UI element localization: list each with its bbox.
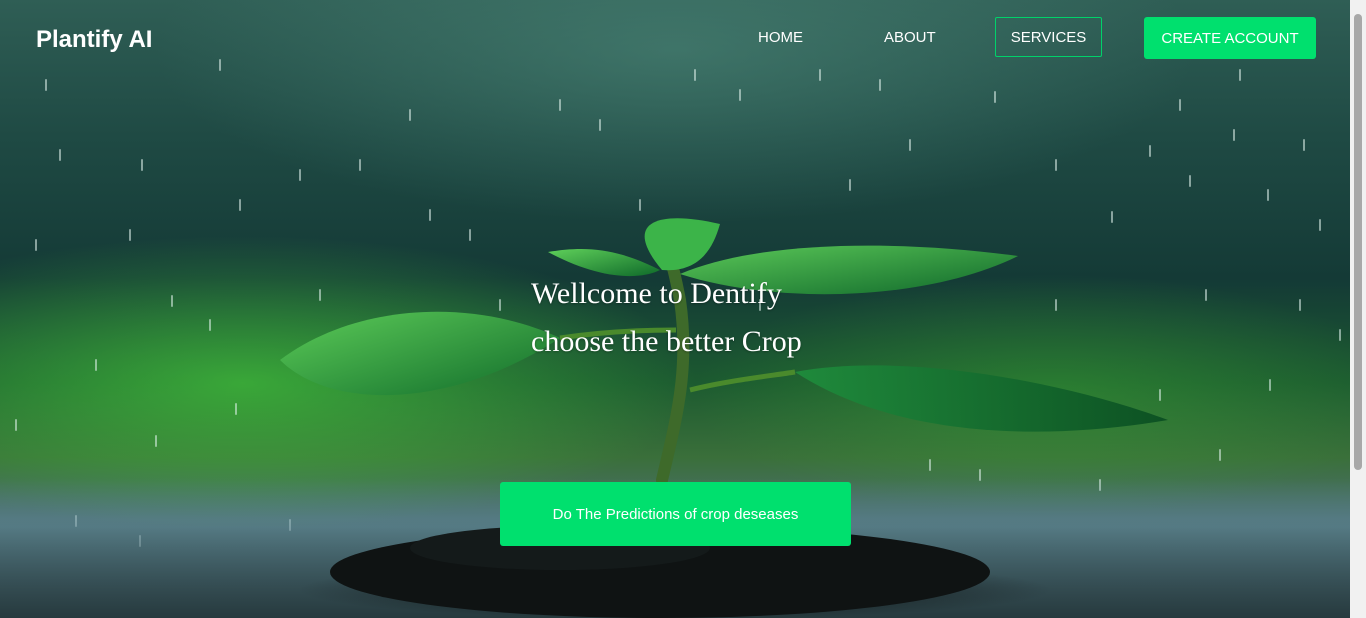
hero-heading-line-1: Wellcome to Dentify (531, 277, 782, 310)
nav-home-link[interactable]: HOME (758, 29, 803, 46)
scrollbar-thumb[interactable] (1354, 14, 1362, 470)
nav-about-link[interactable]: ABOUT (884, 29, 936, 46)
hero-heading: Wellcome to Dentify choose the better Cr… (531, 270, 802, 366)
brand-logo[interactable]: Plantify AI (36, 26, 152, 54)
page-scrollbar[interactable] (1350, 0, 1366, 618)
hero-heading-line-2: choose the better Crop (531, 325, 802, 358)
create-account-button[interactable]: CREATE ACCOUNT (1144, 17, 1316, 59)
predict-crop-diseases-button[interactable]: Do The Predictions of crop deseases (500, 482, 851, 546)
services-button[interactable]: SERVICES (995, 17, 1102, 57)
